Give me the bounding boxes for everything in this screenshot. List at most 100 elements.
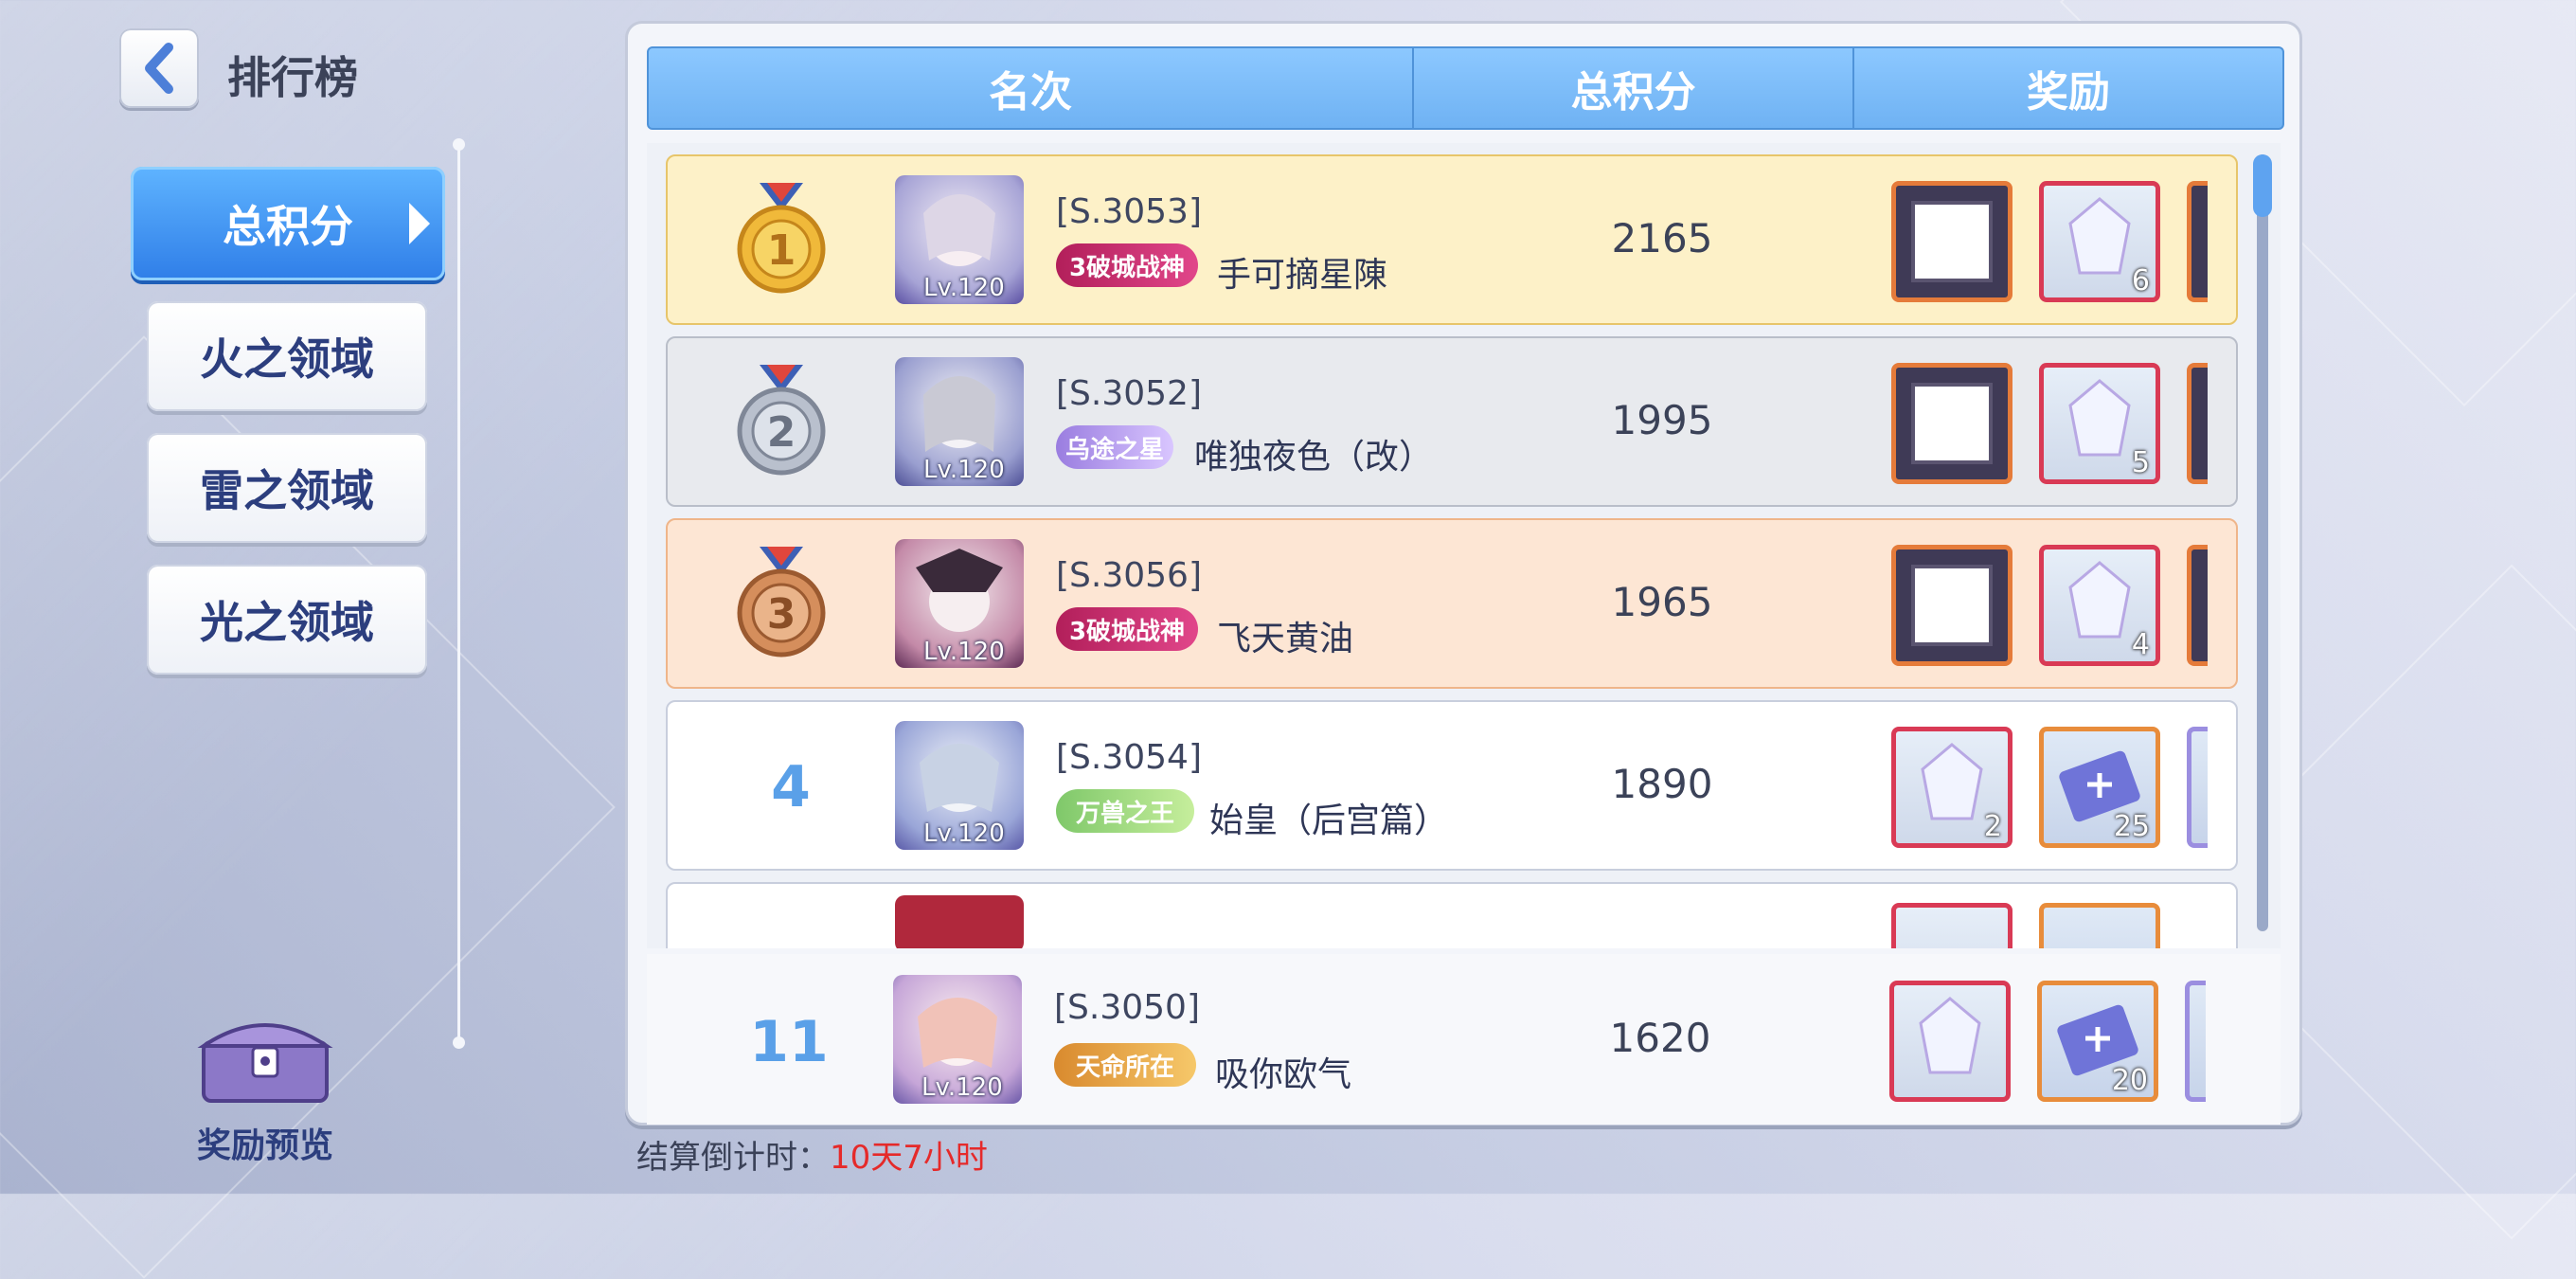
server-id: [S.3053] (1056, 192, 1203, 231)
reward-qty: 6 (2131, 264, 2150, 297)
reward-crystal[interactable]: 6 (2039, 181, 2160, 302)
tab-thunder-domain[interactable]: 雷之领域 (147, 433, 427, 543)
avatar[interactable] (895, 895, 1024, 948)
score-value: 1890 (1611, 761, 1713, 807)
svg-text:1: 1 (767, 226, 796, 275)
reward-partial[interactable] (2185, 981, 2206, 1102)
frame-icon (1911, 201, 1993, 282)
reward-preview-label: 奖励预览 (196, 1126, 333, 1165)
table-row[interactable]: 3 Lv.120 [S.3056] 3破城战神 飞天黄油 1965 4 (666, 518, 2238, 689)
reward-qty: 25 (2113, 810, 2150, 843)
reward-partial[interactable] (2187, 727, 2208, 848)
column-header-rank: 名次 (649, 48, 1415, 128)
avatar[interactable]: Lv.120 (895, 175, 1024, 304)
scrollbar-track[interactable] (2257, 154, 2268, 931)
tab-light-domain[interactable]: 光之领域 (147, 565, 427, 675)
divider (457, 142, 460, 1042)
server-id: [S.3054] (1056, 738, 1203, 777)
svg-text:2: 2 (767, 408, 796, 457)
treasure-chest-icon (197, 1023, 333, 1103)
title-badge: 3破城战神 (1056, 607, 1198, 651)
server-id: [S.3056] (1056, 556, 1203, 595)
my-rank-row[interactable]: 11 Lv.120 [S.3050] 天命所在 吸你欧气 1620 20 (647, 954, 2281, 1125)
title-badge: 乌途之星 (1056, 425, 1173, 469)
triangle-right-icon (409, 203, 430, 244)
table-row[interactable]: 1 Lv.120 [S.3053] 3破城战神 手可摘星陳 2165 6 (666, 154, 2238, 325)
reward-crystal[interactable]: 5 (2039, 363, 2160, 484)
ranking-panel: 名次 总积分 奖励 1 Lv.120 [S.3053] 3破城战神 手可摘星陳 … (625, 21, 2302, 1126)
avatar[interactable]: Lv.120 (895, 721, 1024, 850)
level-label: Lv.120 (923, 820, 1005, 848)
table-header: 名次 总积分 奖励 (647, 46, 2284, 130)
reward-qty: 20 (2111, 1064, 2148, 1097)
reward-avatar-frame[interactable] (1891, 181, 2012, 302)
score-value: 1965 (1611, 579, 1713, 625)
player-name: 吸你欧气 (1215, 1055, 1352, 1094)
countdown-label: 结算倒计时： (636, 1139, 830, 1177)
level-label: Lv.120 (921, 1073, 1003, 1102)
divider-dot (453, 138, 465, 151)
score-value: 2165 (1611, 215, 1713, 261)
score-value: 1995 (1611, 397, 1713, 443)
level-label: Lv.120 (923, 274, 1005, 302)
title-badge: 天命所在 (1054, 1043, 1196, 1087)
score-value: 1620 (1609, 1015, 1711, 1061)
reward-qty: 5 (2131, 446, 2150, 479)
scrollbar-thumb[interactable] (2253, 154, 2272, 217)
title-badge: 万兽之王 (1056, 789, 1194, 833)
back-button[interactable] (119, 28, 199, 108)
level-label: Lv.120 (923, 456, 1005, 484)
bronze-medal-icon: 3 (737, 547, 826, 658)
silver-medal-icon: 2 (737, 365, 826, 476)
gold-medal-icon: 1 (737, 183, 826, 294)
reward-crystal[interactable] (1891, 903, 2012, 948)
rank-number: 11 (749, 1009, 829, 1075)
rank-number: 4 (771, 754, 811, 820)
table-row[interactable] (666, 882, 2238, 948)
page-title: 排行榜 (227, 52, 358, 103)
svg-text:3: 3 (767, 590, 796, 639)
tab-label: 火之领域 (200, 333, 374, 385)
avatar[interactable]: Lv.120 (895, 539, 1024, 668)
column-header-score: 总积分 (1414, 48, 1855, 128)
reward-ticket[interactable]: 25 (2039, 727, 2160, 848)
player-name: 始皇（后宫篇） (1209, 802, 1449, 840)
reward-ticket[interactable]: 20 (2037, 981, 2158, 1102)
level-label: Lv.120 (923, 638, 1005, 666)
tab-label: 光之领域 (200, 597, 374, 648)
title-badge: 3破城战神 (1056, 243, 1198, 287)
reward-crystal[interactable] (1889, 981, 2011, 1102)
reward-avatar-frame[interactable] (1891, 363, 2012, 484)
reward-partial[interactable] (2187, 181, 2208, 302)
ranking-list[interactable]: 1 Lv.120 [S.3053] 3破城战神 手可摘星陳 2165 6 2 L… (647, 143, 2281, 948)
divider-dot (453, 1036, 465, 1049)
avatar[interactable]: Lv.120 (893, 975, 1022, 1104)
table-row[interactable]: 2 Lv.120 [S.3052] 乌途之星 唯独夜色（改） 1995 5 (666, 336, 2238, 507)
server-id: [S.3050] (1054, 988, 1201, 1027)
player-name: 手可摘星陳 (1217, 256, 1388, 295)
frame-icon (1911, 383, 1993, 464)
reward-preview-button[interactable]: 奖励预览 (189, 1004, 341, 1167)
reward-partial[interactable] (2187, 545, 2208, 666)
reward-crystal[interactable]: 2 (1891, 727, 2012, 848)
tab-total-score[interactable]: 总积分 (131, 167, 445, 280)
frame-icon (1911, 565, 1993, 646)
player-name: 飞天黄油 (1217, 620, 1354, 658)
server-id: [S.3052] (1056, 374, 1203, 413)
reward-ticket[interactable] (2039, 903, 2160, 948)
table-row[interactable]: 4 Lv.120 [S.3054] 万兽之王 始皇（后宫篇） 1890 2 25 (666, 700, 2238, 871)
column-header-reward: 奖励 (2027, 68, 2111, 117)
reward-partial[interactable] (2187, 363, 2208, 484)
tab-label: 总积分 (223, 201, 353, 252)
reward-qty: 2 (1983, 810, 2002, 843)
reward-crystal[interactable]: 4 (2039, 545, 2160, 666)
avatar[interactable]: Lv.120 (895, 357, 1024, 486)
reward-qty: 4 (2131, 628, 2150, 661)
chevron-left-icon (145, 43, 173, 94)
tab-fire-domain[interactable]: 火之领域 (147, 301, 427, 411)
countdown-value: 10天7小时 (830, 1139, 988, 1177)
settlement-countdown: 结算倒计时：10天7小时 (636, 1131, 988, 1178)
reward-avatar-frame[interactable] (1891, 545, 2012, 666)
crystal-icon (1919, 997, 1981, 1074)
player-name: 唯独夜色（改） (1194, 438, 1434, 477)
